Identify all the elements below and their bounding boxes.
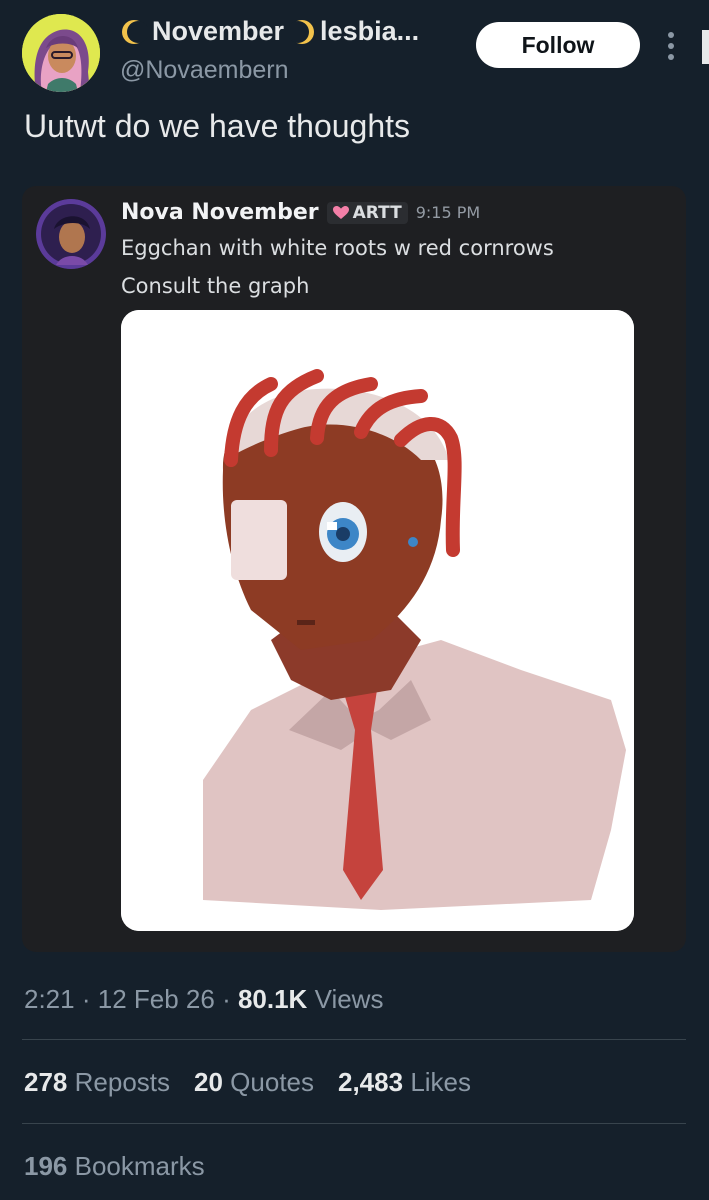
author-handle[interactable]: @Novaembern (120, 56, 289, 85)
tweet-meta: 2:21 · 12 Feb 26 · 80.1K Views (24, 984, 383, 1015)
divider (22, 1123, 686, 1124)
meta-separator: · (81, 984, 98, 1014)
reposts-stat[interactable]: 278 Reposts (24, 1067, 170, 1098)
likes-stat[interactable]: 2,483 Likes (338, 1067, 471, 1098)
artwork-illustration (121, 310, 634, 931)
meta-separator: · (222, 984, 238, 1014)
author-name-row[interactable]: November lesbia... (120, 16, 419, 47)
reposts-count: 278 (24, 1067, 68, 1097)
follow-button[interactable]: Follow (476, 22, 640, 68)
tweet-date[interactable]: 12 Feb 26 (98, 984, 215, 1014)
bookmarks-count: 196 (24, 1151, 68, 1181)
quotes-stat[interactable]: 20 Quotes (194, 1067, 314, 1098)
heart-icon (332, 205, 349, 219)
tweet-time[interactable]: 2:21 (24, 984, 75, 1014)
embed-message-line: Consult the graph (121, 274, 310, 298)
bookmarks-label: Bookmarks (74, 1151, 205, 1181)
divider (22, 1039, 686, 1040)
embedded-artwork (121, 310, 634, 931)
crescent-moon-icon (288, 19, 315, 44)
author-avatar-illustration (22, 14, 100, 92)
embed-timestamp: 9:15 PM (415, 203, 481, 222)
bookmarks-stat[interactable]: 196 Bookmarks (24, 1151, 205, 1182)
more-options-icon[interactable] (664, 30, 678, 62)
reposts-label: Reposts (74, 1067, 171, 1097)
author-display-name: November (152, 16, 285, 46)
quotes-count: 20 (194, 1067, 223, 1097)
views-label: Views (314, 984, 384, 1014)
crescent-moon-icon (122, 19, 148, 44)
views-count: 80.1K (237, 984, 308, 1014)
engagement-stats: 278 Reposts 20 Quotes 2,483 Likes (24, 1067, 471, 1098)
embed-user-avatar (36, 199, 106, 269)
server-tag-label: ARTT (352, 202, 402, 223)
embed-message-line: Eggchan with white roots w red cornrows (121, 236, 554, 260)
tweet-text: Uutwt do we have thoughts (24, 108, 411, 144)
embed-header-row: Nova November ARTT 9:15 PM (121, 200, 480, 225)
server-tag-badge: ARTT (326, 201, 408, 224)
embed-avatar-illustration (36, 199, 106, 269)
quotes-label: Quotes (230, 1067, 314, 1097)
author-display-name-suffix: lesbia... (320, 16, 420, 46)
edge-scroll-indicator (702, 30, 709, 64)
likes-label: Likes (410, 1067, 472, 1097)
embed-username: Nova November (121, 200, 319, 225)
author-avatar[interactable] (22, 14, 100, 92)
likes-count: 2,483 (338, 1067, 404, 1097)
